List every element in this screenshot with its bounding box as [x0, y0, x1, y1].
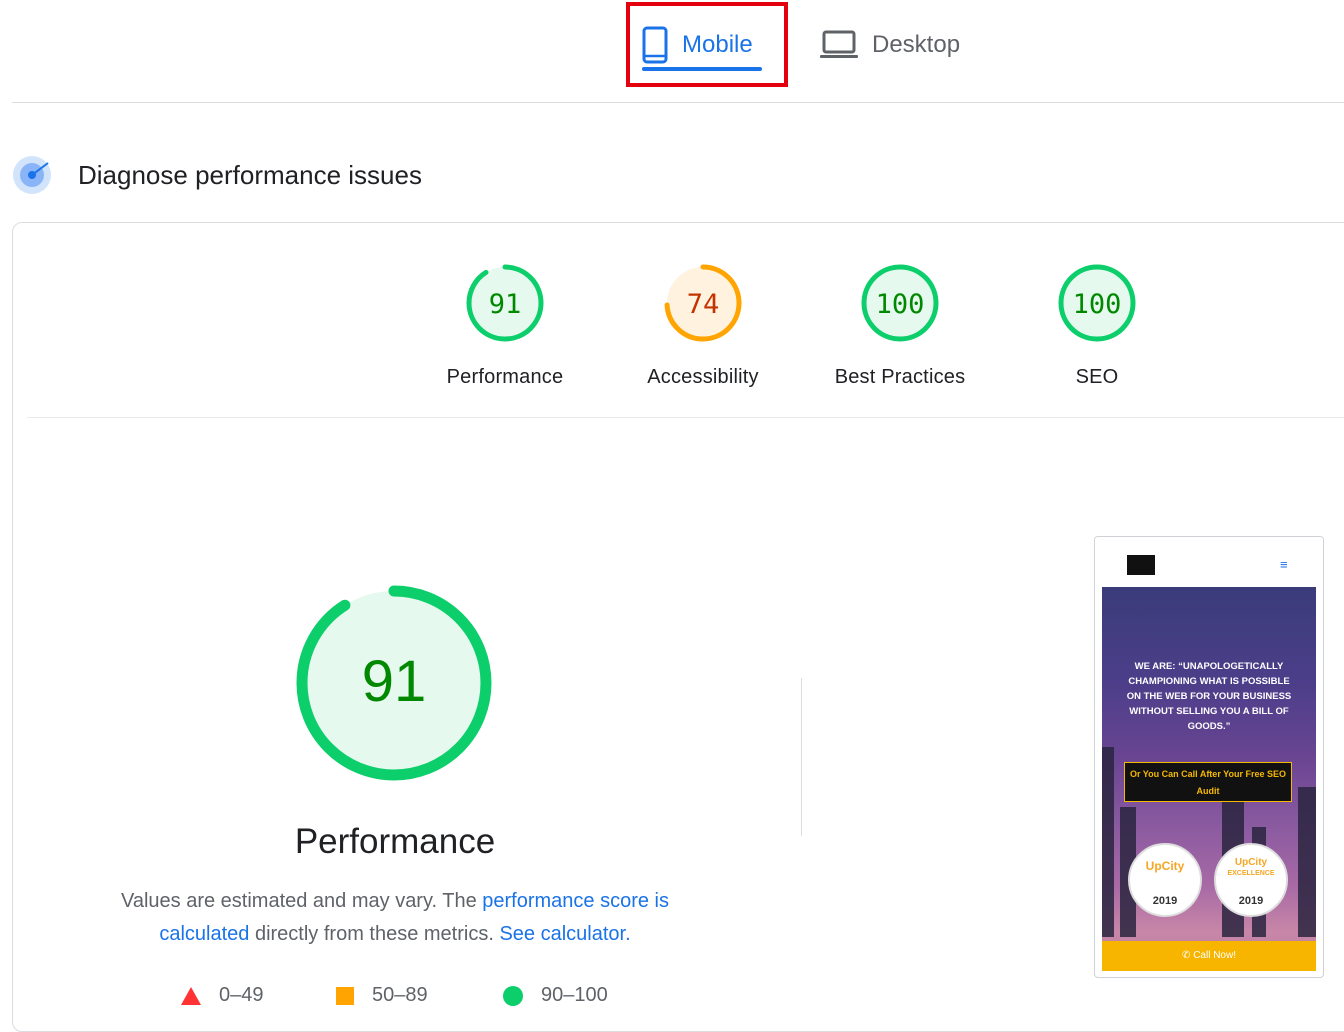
legend-average: 50–89	[336, 984, 428, 1007]
see-calculator-link[interactable]: See calculator.	[499, 923, 630, 945]
building-shape	[1298, 787, 1316, 937]
gauge-score: 74	[687, 289, 720, 320]
hamburger-menu-icon: ≡	[1280, 557, 1288, 572]
gauge-label: Accessibility	[647, 366, 759, 388]
gauge-score: 100	[1073, 289, 1122, 320]
badge-year: 2019	[1238, 895, 1264, 907]
score-gauge-performance[interactable]: 91 Performance	[425, 262, 585, 389]
badge-brand: UpCity	[1234, 857, 1268, 868]
score-gauge-best-practices[interactable]: 100 Best Practices	[820, 262, 980, 389]
thumb-header: ≡	[1095, 537, 1323, 587]
badge-sub: EXCELLENCE	[1227, 870, 1275, 877]
diagnose-title: Diagnose performance issues	[78, 160, 422, 190]
performance-title: Performance	[294, 822, 496, 861]
upcity-badge: UpCity 2019	[1128, 843, 1202, 917]
gauge-score: 91	[489, 289, 522, 320]
triangle-icon	[181, 986, 201, 1005]
call-now-label: Call Now!	[1193, 950, 1236, 961]
gauge-ring: 74	[664, 264, 742, 342]
square-icon	[336, 986, 354, 1005]
laptop-icon	[820, 30, 858, 58]
hero-text: WE ARE: “UNAPOLOGETICALLY CHAMPIONING WH…	[1126, 661, 1292, 732]
performance-big-gauge: 91	[296, 585, 492, 781]
upcity-excellence-badge: UpCity EXCELLENCE 2019	[1214, 843, 1288, 917]
tab-desktop-label: Desktop	[872, 31, 961, 58]
highlight-box	[626, 2, 788, 87]
performance-big-score: 91	[362, 649, 427, 714]
badge-brand: UpCity	[1145, 859, 1185, 873]
legend-average-range: 50–89	[372, 984, 428, 1006]
gauge-label: SEO	[1075, 366, 1119, 388]
score-gauge-seo[interactable]: 100 SEO	[1017, 262, 1177, 389]
gauge-label: Performance	[446, 366, 564, 388]
gauge-ring: 91	[466, 264, 544, 342]
vertical-divider	[801, 678, 802, 836]
gauges-divider	[27, 417, 1344, 418]
legend-pass: 90–100	[503, 984, 608, 1007]
legend-fail: 0–49	[181, 984, 264, 1007]
diagnose-radar-icon	[13, 156, 51, 194]
score-gauge-accessibility[interactable]: 74 Accessibility	[623, 262, 783, 389]
site-logo	[1127, 555, 1155, 575]
legend-fail-range: 0–49	[219, 984, 264, 1006]
badge-year: 2019	[1152, 895, 1178, 907]
circle-icon	[503, 985, 523, 1006]
desc-mid: directly from these metrics.	[249, 923, 500, 945]
legend-pass-range: 90–100	[541, 984, 608, 1006]
cta-button: Or You Can Call After Your Free SEO Audi…	[1124, 762, 1292, 802]
building-shape	[1102, 747, 1114, 937]
performance-description: Values are estimated and may vary. The p…	[95, 885, 695, 951]
gauge-label: Best Practices	[834, 366, 966, 388]
tab-desktop[interactable]: Desktop	[820, 0, 960, 90]
gauge-score: 100	[876, 289, 925, 320]
page-screenshot-thumbnail: ≡ WE ARE: “UNAPOLOGETICALLY CHAMPIONING …	[1094, 536, 1324, 978]
gauge-ring: 100	[1058, 264, 1136, 342]
gauge-ring: 100	[861, 264, 939, 342]
call-now-bar: ✆ Call Now!	[1102, 941, 1316, 971]
tabs-divider	[12, 102, 1344, 103]
thumb-hero: WE ARE: “UNAPOLOGETICALLY CHAMPIONING WH…	[1102, 587, 1316, 971]
desc-prefix: Values are estimated and may vary. The	[120, 890, 483, 912]
